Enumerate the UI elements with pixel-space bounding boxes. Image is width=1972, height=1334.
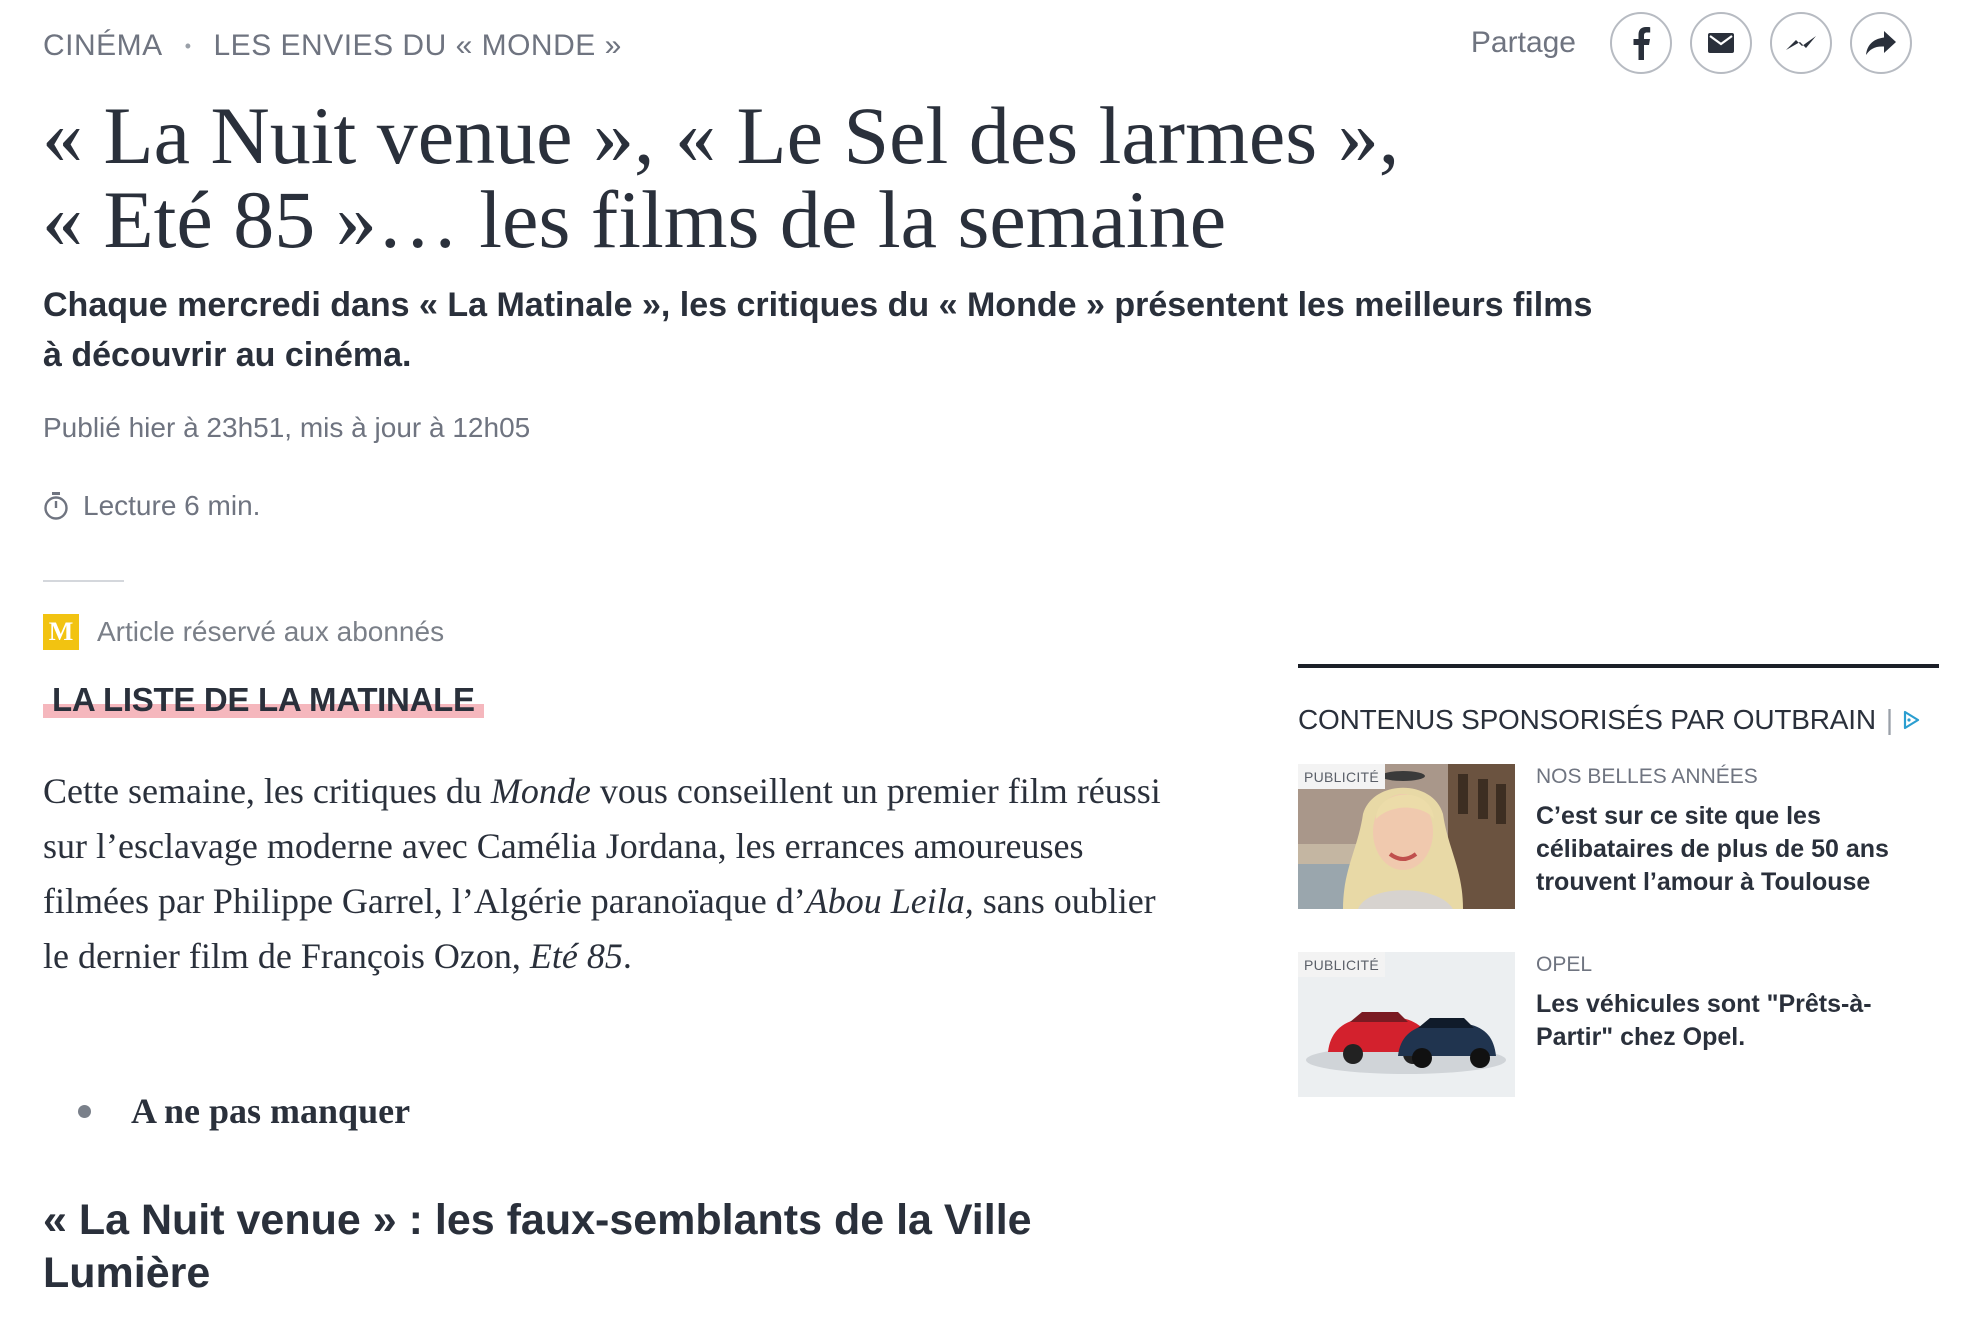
breadcrumb-subsection-link[interactable]: LES ENVIES DU « MONDE » bbox=[214, 29, 622, 63]
article-title-line-1: « La Nuit venue », « Le Sel des larmes »… bbox=[42, 90, 1400, 181]
intro-text: Cette semaine, les critiques du bbox=[43, 771, 491, 811]
section-heading: « La Nuit venue » : les faux-semblants d… bbox=[43, 1196, 1032, 1297]
sponsored-card[interactable]: PUBLICITÉ OPEL Les véhicules sont "Prêts… bbox=[1298, 952, 1939, 1097]
breadcrumb: CINÉMA • LES ENVIES DU « MONDE » bbox=[43, 26, 622, 66]
le-monde-logo-icon: M bbox=[43, 614, 79, 650]
article-intro: Cette semaine, les critiques du Monde vo… bbox=[43, 764, 1173, 984]
standfirst-line-1: Chaque mercredi dans « La Matinale », le… bbox=[43, 286, 1593, 324]
list-item-label: A ne pas manquer bbox=[131, 1091, 411, 1131]
publication-date: Publié hier à 23h51, mis à jour à 12h05 bbox=[43, 412, 531, 443]
sponsored-card[interactable]: PUBLICITÉ NOS BELLES ANNÉES C’est sur ce… bbox=[1298, 764, 1939, 909]
email-share-button[interactable] bbox=[1690, 12, 1752, 74]
ad-image[interactable]: PUBLICITÉ bbox=[1298, 952, 1515, 1097]
article-title: « La Nuit venue », « Le Sel des larmes »… bbox=[42, 94, 1492, 262]
email-icon bbox=[1708, 33, 1734, 53]
intro-italic-monde: Monde bbox=[490, 771, 591, 811]
ad-tag: PUBLICITÉ bbox=[1298, 952, 1386, 977]
intro-italic-ete-85: Eté 85 bbox=[529, 936, 623, 976]
share-bar: Partage bbox=[1471, 12, 1912, 74]
outbrain-heading: CONTENUS SPONSORISÉS PAR OUTBRAIN | bbox=[1298, 704, 1921, 736]
ad-brand[interactable]: NOS BELLES ANNÉES bbox=[1536, 764, 1936, 790]
subscriber-label: Article réservé aux abonnés bbox=[97, 616, 445, 647]
ad-image[interactable]: PUBLICITÉ bbox=[1298, 764, 1515, 909]
intro-text: . bbox=[622, 936, 632, 976]
messenger-icon bbox=[1786, 36, 1816, 50]
outbrain-heading-label: CONTENUS SPONSORISÉS PAR OUTBRAIN bbox=[1298, 704, 1876, 735]
standfirst-line-2: à découvrir au cinéma. bbox=[43, 336, 412, 374]
stopwatch-icon bbox=[44, 492, 68, 520]
reading-time: Lecture 6 min. bbox=[43, 490, 260, 522]
bullet-dot bbox=[78, 1104, 91, 1118]
intro-italic-abou-leila: Abou Leila, bbox=[805, 881, 974, 921]
adchoices-icon[interactable] bbox=[1901, 710, 1921, 730]
facebook-icon bbox=[1633, 27, 1651, 60]
outbrain-separator: | bbox=[1885, 704, 1893, 735]
messenger-share-button[interactable] bbox=[1770, 12, 1832, 74]
subscriber-badge: M Article réservé aux abonnés bbox=[43, 614, 444, 650]
kicker-label: LA LISTE DE LA MATINALE bbox=[52, 681, 475, 718]
divider bbox=[43, 580, 124, 582]
ad-tag: PUBLICITÉ bbox=[1298, 764, 1386, 789]
ad-brand[interactable]: OPEL bbox=[1536, 952, 1936, 978]
article-standfirst: Chaque mercredi dans « La Matinale », le… bbox=[43, 280, 1683, 380]
facebook-share-button[interactable] bbox=[1610, 12, 1672, 74]
ad-title[interactable]: C’est sur ce site que les célibataires d… bbox=[1536, 800, 1936, 899]
reading-time-label: Lecture 6 min. bbox=[83, 490, 261, 521]
sidebar-divider bbox=[1298, 664, 1939, 668]
more-share-button[interactable] bbox=[1850, 12, 1912, 74]
share-arrow-icon bbox=[1866, 31, 1896, 55]
breadcrumb-section-link[interactable]: CINÉMA bbox=[43, 29, 163, 63]
article-title-line-2: « Eté 85 »… les films de la semaine bbox=[42, 174, 1227, 265]
article-kicker: LA LISTE DE LA MATINALE bbox=[43, 680, 484, 720]
breadcrumb-separator: • bbox=[184, 35, 192, 56]
ad-title[interactable]: Les véhicules sont "Prêts-à-Partir" chez… bbox=[1536, 988, 1936, 1054]
list-item: A ne pas manquer bbox=[78, 1090, 410, 1132]
share-label: Partage bbox=[1470, 26, 1576, 59]
